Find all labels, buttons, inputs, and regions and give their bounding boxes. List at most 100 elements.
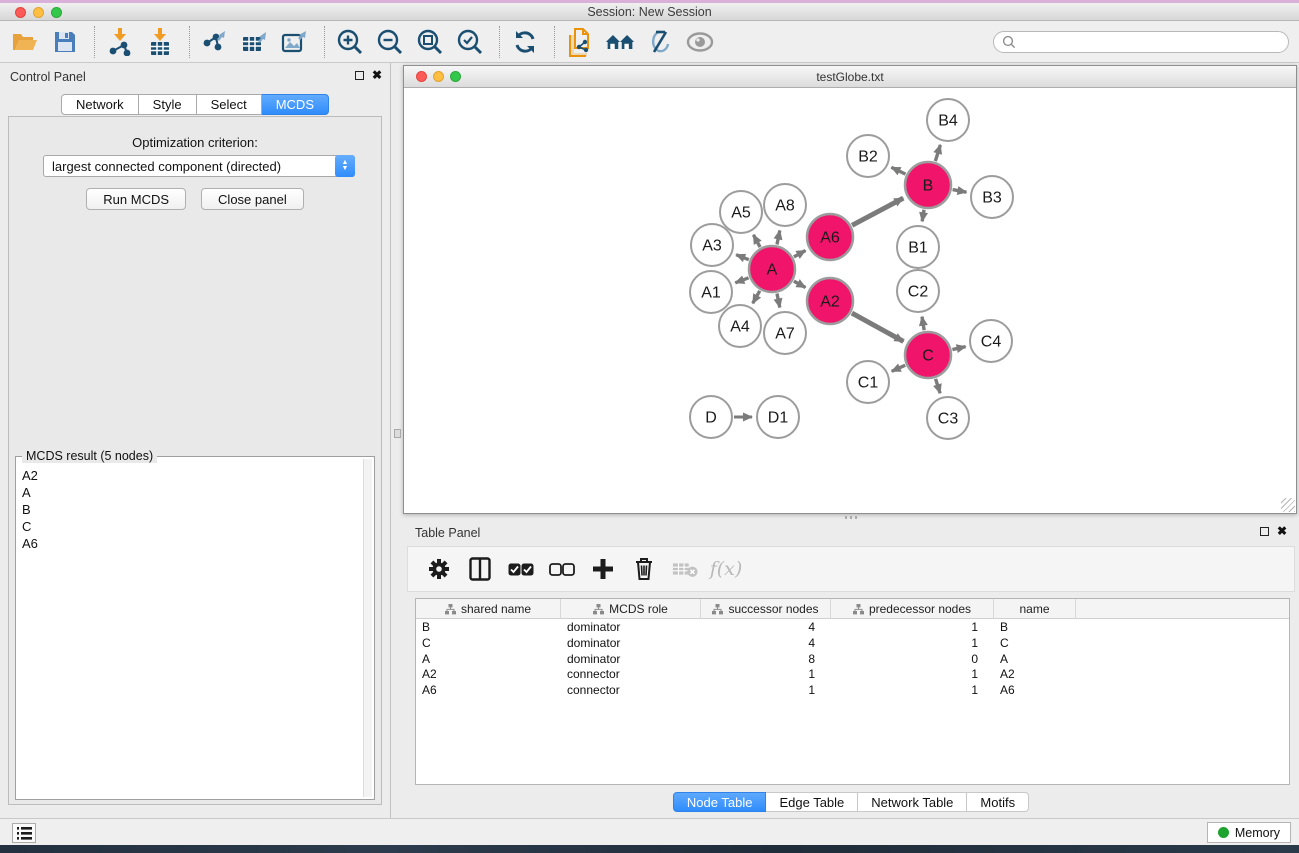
tab-style[interactable]: Style xyxy=(139,94,197,115)
table-cell[interactable]: B xyxy=(994,619,1076,635)
node-D[interactable]: D xyxy=(690,396,732,438)
panel-splitter-grip[interactable] xyxy=(394,429,401,438)
edge-C-C3[interactable] xyxy=(936,379,941,393)
node-A6[interactable]: A6 xyxy=(807,214,853,260)
result-list-scrollbar[interactable] xyxy=(363,459,372,797)
edge-A-A4[interactable] xyxy=(753,291,760,304)
tab-select[interactable]: Select xyxy=(197,94,262,115)
edge-B-B3[interactable] xyxy=(953,190,967,193)
node-B1[interactable]: B1 xyxy=(897,226,939,268)
table-cell[interactable]: dominator xyxy=(561,619,701,635)
import-table-icon[interactable] xyxy=(145,27,175,57)
network-graph[interactable]: AA1A2A3A4A5A6A7A8BB1B2B3B4CC1C2C3C4DD1 xyxy=(404,88,1296,513)
node-C1[interactable]: C1 xyxy=(847,361,889,403)
mcds-result-item[interactable]: A6 xyxy=(18,535,362,552)
mcds-result-item[interactable]: C xyxy=(18,518,362,535)
task-history-button[interactable] xyxy=(12,823,36,843)
zoom-fit-icon[interactable] xyxy=(415,27,445,57)
zoom-in-icon[interactable] xyxy=(335,27,365,57)
node-B[interactable]: B xyxy=(905,162,951,208)
edge-A-A8[interactable] xyxy=(777,230,780,244)
export-table-icon[interactable] xyxy=(240,27,270,57)
delete-column-icon[interactable] xyxy=(631,556,657,582)
node-A1[interactable]: A1 xyxy=(690,271,732,313)
edge-C-C1[interactable] xyxy=(892,365,905,371)
node-A8[interactable]: A8 xyxy=(764,184,806,226)
tab-network[interactable]: Network xyxy=(61,94,139,115)
optimization-criterion-select[interactable]: largest connected component (directed) ▲… xyxy=(43,155,355,177)
table-cell[interactable]: 1 xyxy=(831,619,994,635)
table-cell[interactable]: A2 xyxy=(416,666,561,682)
mcds-result-item[interactable]: B xyxy=(18,501,362,518)
table-cell[interactable]: 0 xyxy=(831,651,994,667)
export-network-icon[interactable] xyxy=(200,27,230,57)
table-cell[interactable]: dominator xyxy=(561,651,701,667)
show-graphics-details-icon[interactable] xyxy=(685,27,715,57)
close-table-panel-icon[interactable]: ✖ xyxy=(1277,526,1287,536)
node-A2[interactable]: A2 xyxy=(807,278,853,324)
zoom-selected-icon[interactable] xyxy=(455,27,485,57)
column-header-mcds-role[interactable]: MCDS role xyxy=(561,599,701,619)
node-D1[interactable]: D1 xyxy=(757,396,799,438)
node-C3[interactable]: C3 xyxy=(927,397,969,439)
close-panel-button[interactable]: Close panel xyxy=(201,188,304,210)
table-cell[interactable]: A xyxy=(994,651,1076,667)
table-row[interactable]: A2connector11A2 xyxy=(416,666,1289,682)
refresh-icon[interactable] xyxy=(510,27,540,57)
search-input[interactable] xyxy=(1016,35,1280,49)
node-B3[interactable]: B3 xyxy=(971,176,1013,218)
hide-labels-icon[interactable] xyxy=(645,27,675,57)
column-header-predecessor-nodes[interactable]: predecessor nodes xyxy=(831,599,994,619)
table-cell[interactable]: B xyxy=(416,619,561,635)
tab-network-table[interactable]: Network Table xyxy=(858,792,967,812)
tab-edge-table[interactable]: Edge Table xyxy=(766,792,858,812)
column-header-successor-nodes[interactable]: successor nodes xyxy=(701,599,831,619)
table-cell[interactable]: 1 xyxy=(831,682,994,698)
node-C[interactable]: C xyxy=(905,332,951,378)
window-resize-grip[interactable] xyxy=(1281,498,1295,512)
search-box[interactable] xyxy=(993,31,1289,53)
table-row[interactable]: A6connector11A6 xyxy=(416,682,1289,698)
node-table[interactable]: shared name MCDS role successor nodes pr… xyxy=(415,598,1290,785)
edge-A-A7[interactable] xyxy=(777,293,780,307)
close-panel-icon[interactable]: ✖ xyxy=(372,70,382,80)
add-column-icon[interactable] xyxy=(590,556,616,582)
table-row[interactable]: Bdominator41B xyxy=(416,619,1289,635)
column-settings-gear-icon[interactable] xyxy=(426,556,452,582)
table-cell[interactable]: 8 xyxy=(701,651,831,667)
node-A4[interactable]: A4 xyxy=(719,305,761,347)
save-session-icon[interactable] xyxy=(50,27,80,57)
table-row[interactable]: Adominator80A xyxy=(416,651,1289,667)
edge-A-A6[interactable] xyxy=(794,251,806,257)
edge-B-B1[interactable] xyxy=(922,210,924,222)
memory-button[interactable]: Memory xyxy=(1207,822,1291,843)
edge-A-A5[interactable] xyxy=(753,235,760,247)
edge-C-C4[interactable] xyxy=(952,347,965,350)
table-cell[interactable]: C xyxy=(994,635,1076,651)
node-C2[interactable]: C2 xyxy=(897,270,939,312)
table-cell[interactable]: A2 xyxy=(994,666,1076,682)
table-header-row[interactable]: shared name MCDS role successor nodes pr… xyxy=(416,599,1289,619)
table-cell[interactable]: A6 xyxy=(416,682,561,698)
node-A7[interactable]: A7 xyxy=(764,312,806,354)
deselect-all-checks-icon[interactable] xyxy=(549,556,575,582)
edge-A2-C[interactable] xyxy=(852,313,904,341)
tab-node-table[interactable]: Node Table xyxy=(673,792,767,812)
edge-C-C2[interactable] xyxy=(922,317,924,331)
import-network-icon[interactable] xyxy=(105,27,135,57)
table-cell[interactable]: A6 xyxy=(994,682,1076,698)
column-header-shared-name[interactable]: shared name xyxy=(416,599,561,619)
tab-mcds[interactable]: MCDS xyxy=(262,94,329,115)
cybrowser-home-icon[interactable] xyxy=(605,27,635,57)
table-cell[interactable]: connector xyxy=(561,666,701,682)
edge-A-A2[interactable] xyxy=(794,281,806,287)
open-session-icon[interactable] xyxy=(10,27,40,57)
edge-B-B2[interactable] xyxy=(891,167,905,174)
horizontal-splitter-handle[interactable] xyxy=(845,516,857,519)
select-all-checks-icon[interactable] xyxy=(508,556,534,582)
table-row[interactable]: Cdominator41C xyxy=(416,635,1289,651)
table-cell[interactable]: 1 xyxy=(701,666,831,682)
table-cell[interactable]: dominator xyxy=(561,635,701,651)
table-cell[interactable]: 1 xyxy=(701,682,831,698)
node-B2[interactable]: B2 xyxy=(847,135,889,177)
